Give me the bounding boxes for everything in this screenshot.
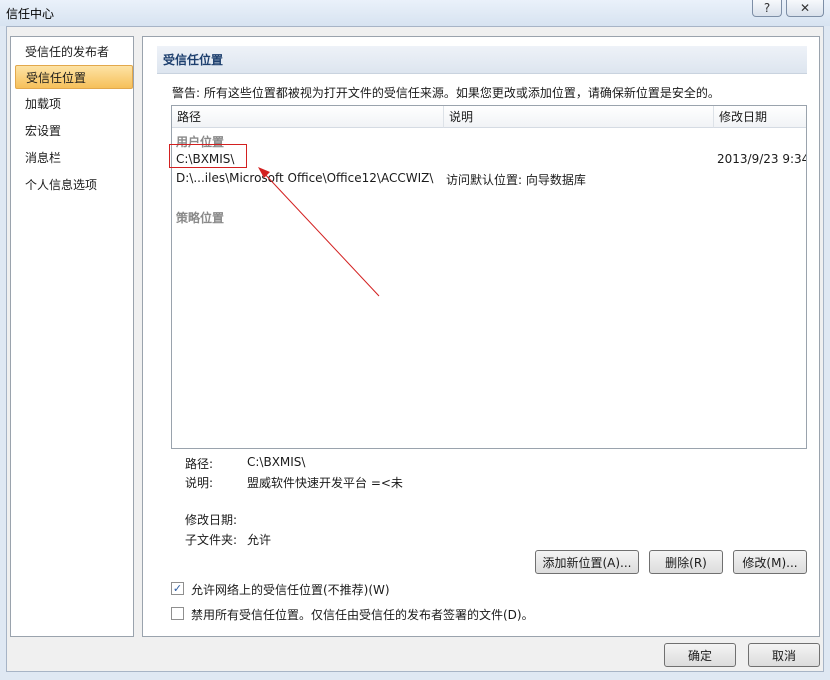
annotation-arrow bbox=[258, 167, 380, 297]
